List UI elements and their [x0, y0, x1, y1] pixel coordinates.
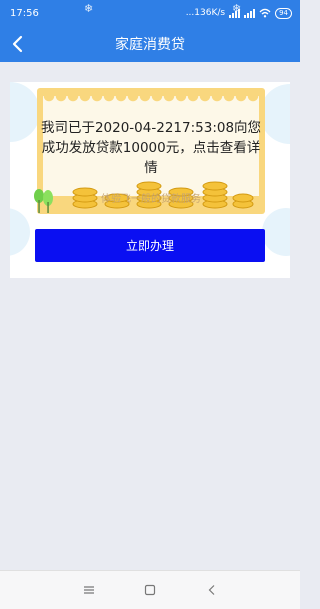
status-time: 17:56 — [10, 7, 39, 19]
snowflake-icon: ❄ — [232, 2, 242, 15]
status-bar: 17:56 ❄ ❄ ...136K/s 94 — [0, 0, 300, 26]
nav-bar: 家庭消费贷 — [0, 26, 300, 62]
snowflake-icon: ❄ — [84, 2, 94, 15]
network-speed: ...136K/s — [185, 8, 226, 18]
loan-message: 我司已于2020-04-2217:53:08向您成功发放贷款10000元，点击查… — [40, 120, 262, 176]
battery-indicator: 94 — [275, 7, 292, 19]
decor-circle — [10, 208, 30, 256]
page-title: 家庭消费贷 — [115, 37, 185, 53]
signal-icon — [244, 8, 256, 18]
chevron-left-icon[interactable] — [8, 33, 28, 55]
banner-subtitle: 体验飞一般的贷款服务 — [101, 194, 201, 205]
decor-circle — [10, 82, 40, 142]
apply-now-button[interactable]: 立即办理 — [35, 229, 265, 262]
scallop-edge — [43, 96, 259, 104]
square-icon[interactable] — [143, 583, 157, 597]
system-nav-bar — [0, 570, 300, 609]
wifi-icon — [259, 8, 271, 18]
decor-circle — [262, 208, 290, 256]
triangle-back-icon[interactable] — [205, 583, 219, 597]
menu-icon[interactable] — [82, 583, 96, 597]
